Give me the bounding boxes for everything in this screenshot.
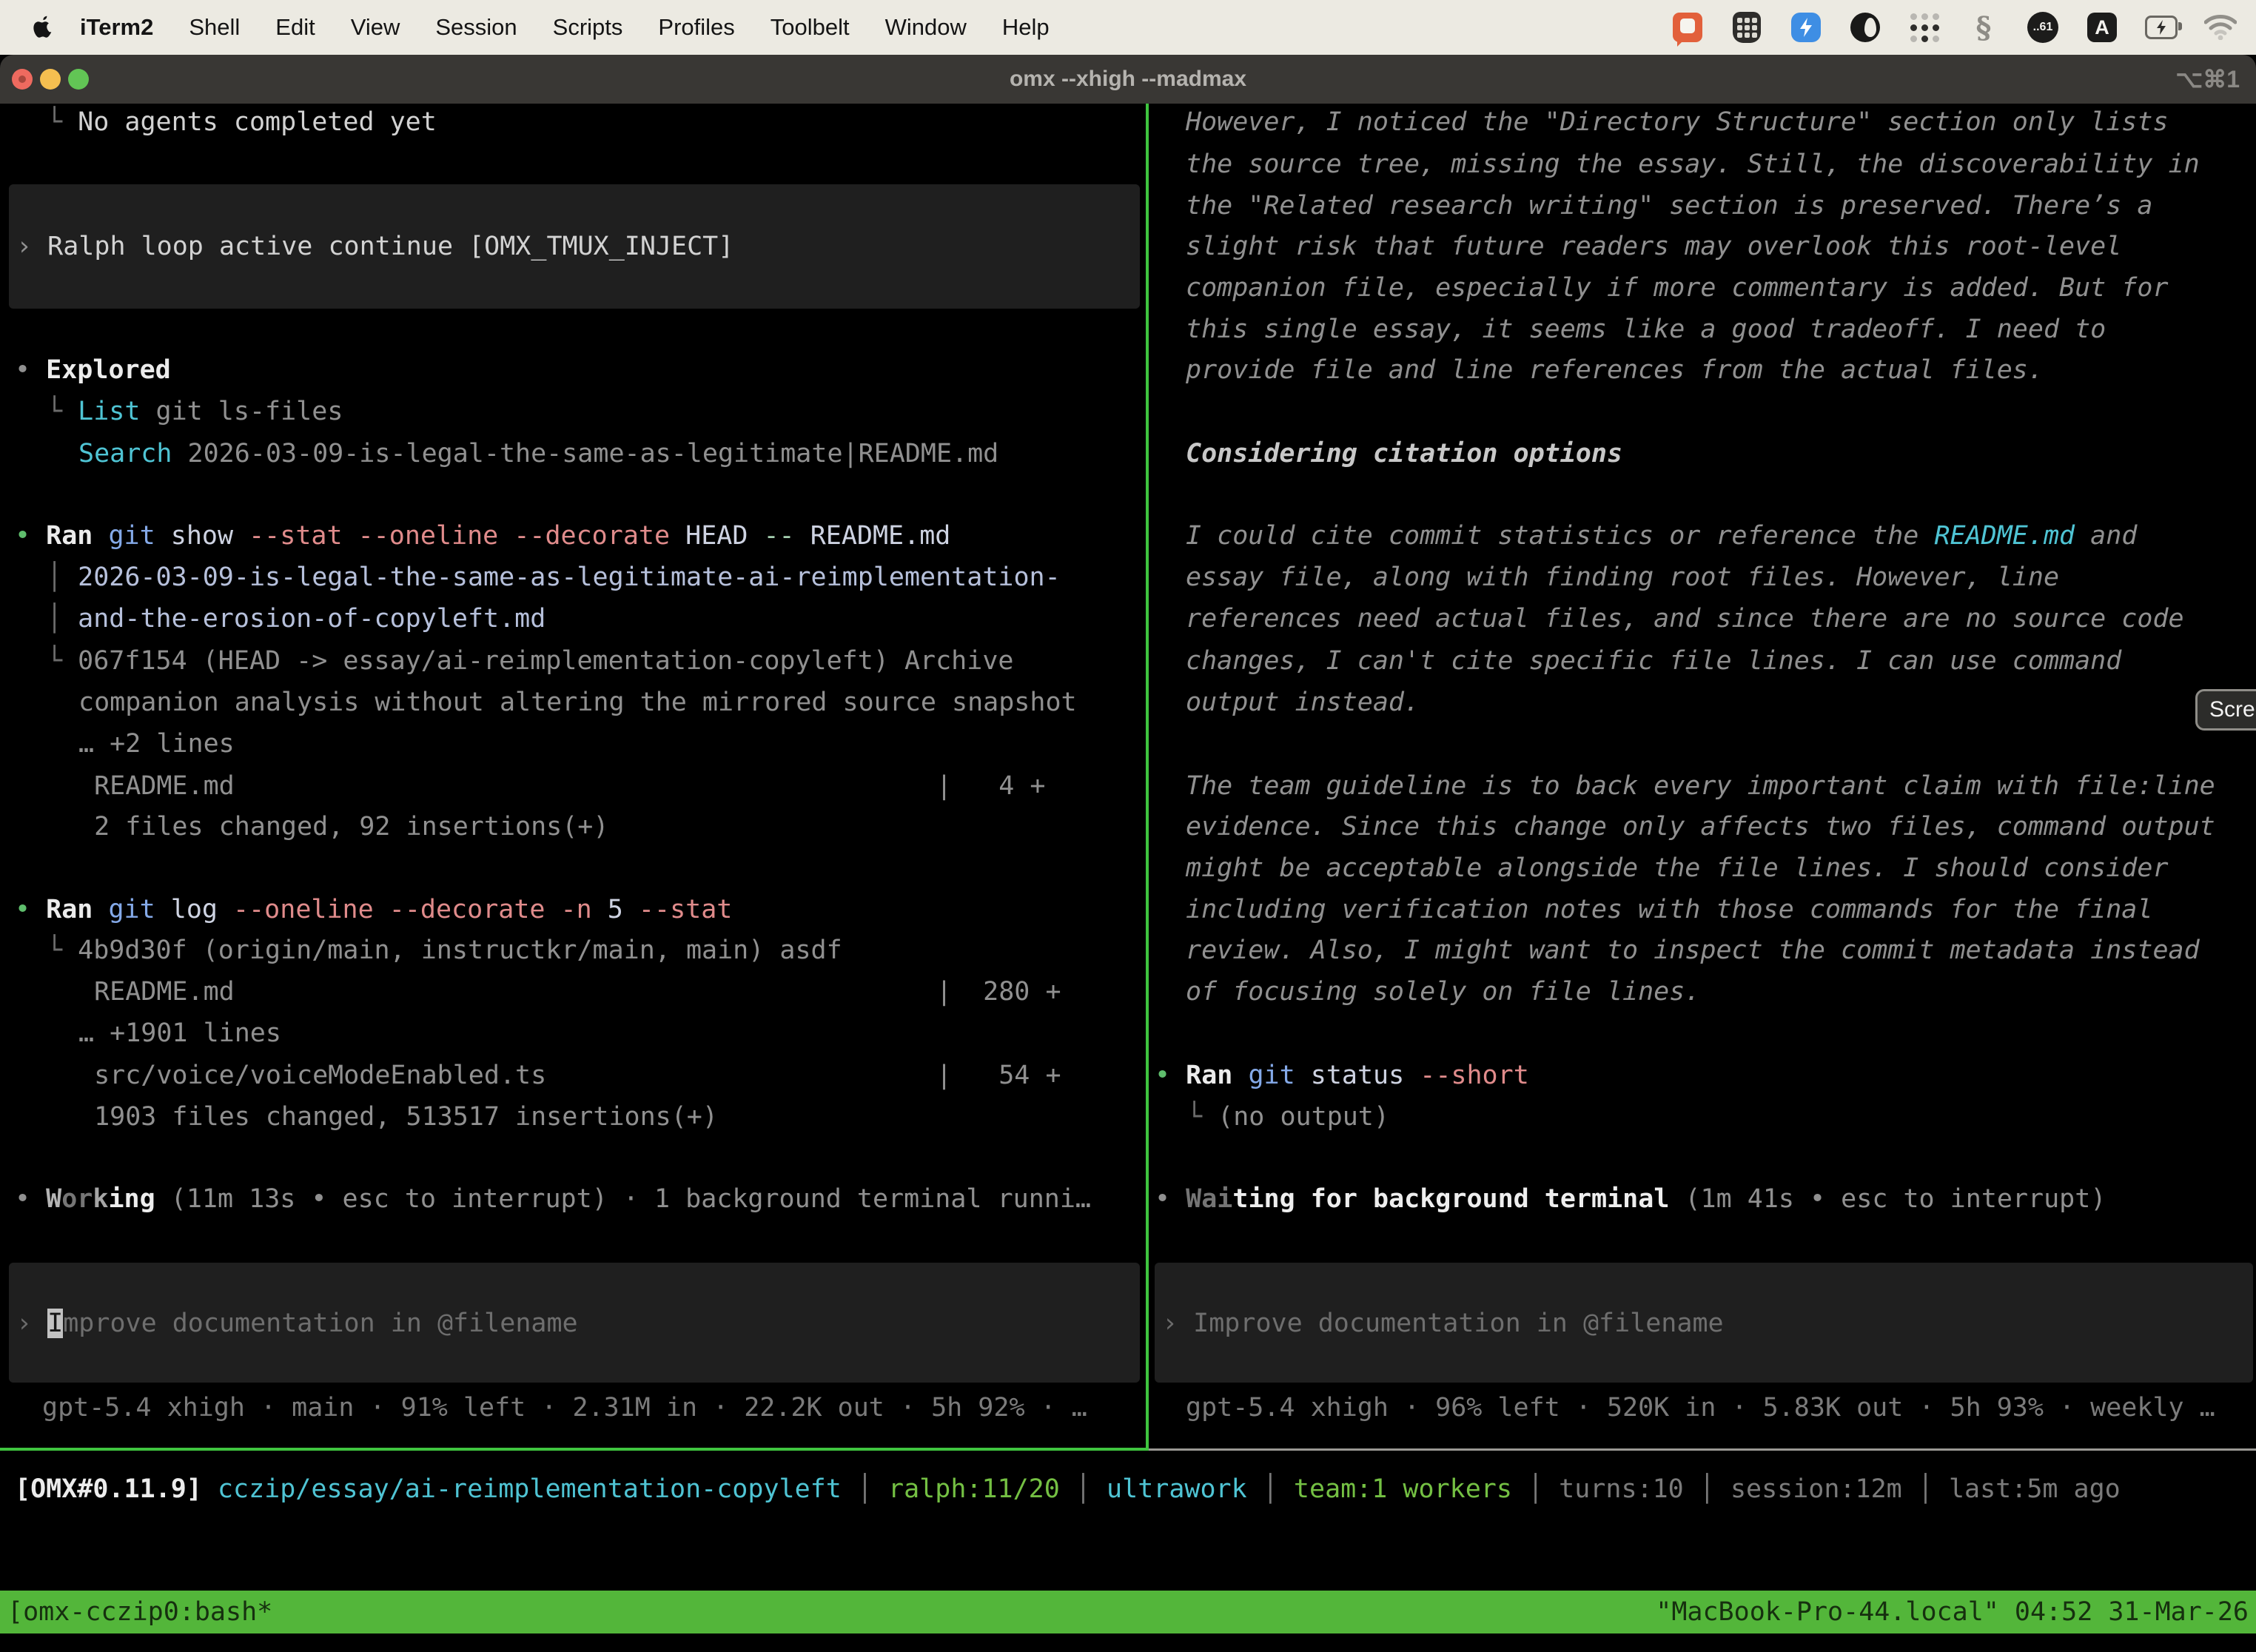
menu-items: iTerm2ShellEditViewSessionScriptsProfile… (30, 11, 1067, 44)
menu-item-session[interactable]: Session (417, 14, 534, 41)
iterm2-window: omx --xhigh --madmax ⌥⌘1 └ No agents com… (0, 55, 2256, 1652)
speech-bubble-icon[interactable] (1671, 11, 1704, 44)
menu-item-view[interactable]: View (333, 14, 418, 41)
macos-menu-bar: iTerm2ShellEditViewSessionScriptsProfile… (0, 0, 2256, 55)
menu-item-toolbelt[interactable]: Toolbelt (753, 14, 867, 41)
pane-divider-horizontal-right (1149, 1448, 2256, 1451)
menu-item-profiles[interactable]: Profiles (640, 14, 752, 41)
tmux-status-bar: [omx-cczip0:bash* "MacBook-Pro-44.local"… (0, 1591, 2256, 1633)
a-app-icon[interactable]: A (2086, 11, 2118, 44)
pane-divider-horizontal-left (0, 1448, 1149, 1451)
menu-item-iterm2[interactable]: iTerm2 (62, 14, 171, 41)
screen: { "menu_bar": { "items": ["iTerm2", "She… (0, 0, 2256, 1652)
badge-61-icon[interactable]: ..61 (2027, 11, 2059, 44)
grid-shield-icon[interactable] (1730, 11, 1763, 44)
menu-item-scripts[interactable]: Scripts (535, 14, 641, 41)
menu-item-window[interactable]: Window (867, 14, 984, 41)
dark-crescent-icon[interactable] (1849, 11, 1881, 44)
wifi-icon[interactable] (2204, 11, 2237, 44)
edge-tooltip-text: Scre (2209, 697, 2255, 722)
tmux-session-label: [omx-cczip0:bash* (7, 1597, 272, 1627)
omx-status-line: [OMX#0.11.9] cczip/essay/ai-reimplementa… (0, 55, 2256, 1652)
menu-item-shell[interactable]: Shell (171, 14, 258, 41)
terminal-line: [OMX#0.11.9] cczip/essay/ai-reimplementa… (15, 1473, 2121, 1505)
menu-item-edit[interactable]: Edit (258, 14, 332, 41)
dots-grid-icon[interactable] (1908, 11, 1941, 44)
edge-tooltip: Scre (2195, 689, 2256, 731)
battery-charging-icon[interactable] (2145, 11, 2178, 44)
tmux-host-clock: "MacBook-Pro-44.local" 04:52 31-Mar-26 (1656, 1597, 2249, 1627)
pane-divider-vertical[interactable] (1146, 104, 1149, 1448)
squiggle-icon[interactable]: § (1967, 11, 2000, 44)
blue-bolt-icon[interactable] (1790, 11, 1822, 44)
apple-icon (32, 15, 54, 40)
menu-item-help[interactable]: Help (984, 14, 1067, 41)
menu-status-icons: § ..61 A (1671, 11, 2237, 44)
apple-menu[interactable] (30, 11, 62, 44)
